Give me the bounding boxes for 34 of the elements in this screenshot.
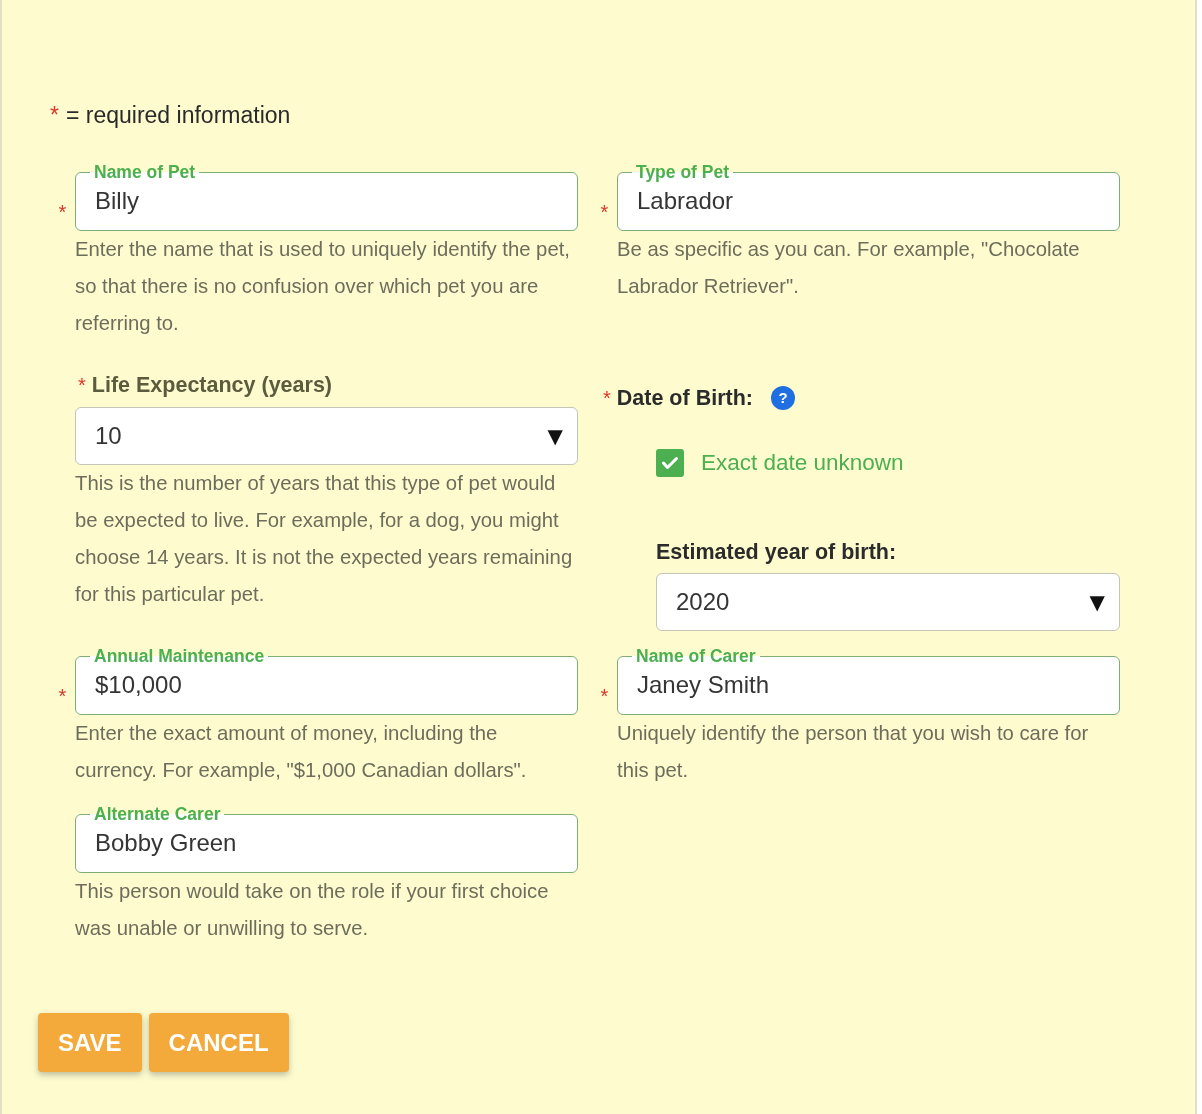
checkbox[interactable] xyxy=(656,449,684,477)
dropdown[interactable]: 10 ▼ xyxy=(75,407,578,465)
required-marker: * xyxy=(600,202,609,222)
help-icon[interactable]: ? xyxy=(770,386,795,410)
text-field[interactable]: Name of Pet Billy xyxy=(75,162,578,231)
field-label: Estimated year of birth: xyxy=(656,539,897,566)
text-field[interactable]: Alternate Carer Bobby Green xyxy=(75,804,578,873)
text-field[interactable]: Type of Pet Labrador xyxy=(617,162,1120,231)
caret-icon: ▼ xyxy=(1089,591,1105,613)
text-field[interactable]: Name of Carer Janey Smith xyxy=(617,646,1120,715)
field-label: Alternate Carer xyxy=(93,804,222,824)
field-label: Name of Carer xyxy=(635,646,757,666)
helper-text: Enter the name that is used to uniquely identify the pet, so that there is no confusion over which pet you are referring to. xyxy=(75,237,571,336)
dropdown[interactable]: 2020 ▼ xyxy=(656,573,1120,631)
required-marker: * xyxy=(58,202,67,222)
helper-text: Enter the exact amount of money, including the currency. For example, "$1,000 Canadian dollars". xyxy=(75,721,528,783)
required-note: = required information xyxy=(65,102,291,128)
field-label: Date of Birth: xyxy=(616,385,753,412)
required-marker: * xyxy=(600,686,609,706)
required-marker: * xyxy=(50,102,59,128)
required-marker: * xyxy=(603,388,611,408)
required-marker: * xyxy=(78,375,86,395)
helper-text: Be as specific as you can. For example, "Chocolate Labrador Retriever". xyxy=(617,237,1081,299)
field-label: Type of Pet xyxy=(635,162,731,182)
helper-text: This person would take on the role if your first choice was unable or unwilling to serve. xyxy=(75,879,550,941)
helper-text: This is the number of years that this type of pet would be expected to live. For example, for a dog, you might choose 14 years. It is not the expected years remaining for this particular pet. xyxy=(75,471,574,607)
required-marker: * xyxy=(58,686,67,706)
field-label: Name of Pet xyxy=(93,162,197,182)
helper-text: Uniquely identify the person that you wish to care for this pet. xyxy=(617,721,1090,783)
tick-icon xyxy=(662,457,678,469)
field-label: Annual Maintenance xyxy=(93,646,266,666)
text-field[interactable]: Annual Maintenance $10,000 xyxy=(75,646,578,715)
field-label: Life Expectancy (years) xyxy=(91,372,332,399)
caret-icon: ▼ xyxy=(547,425,563,447)
